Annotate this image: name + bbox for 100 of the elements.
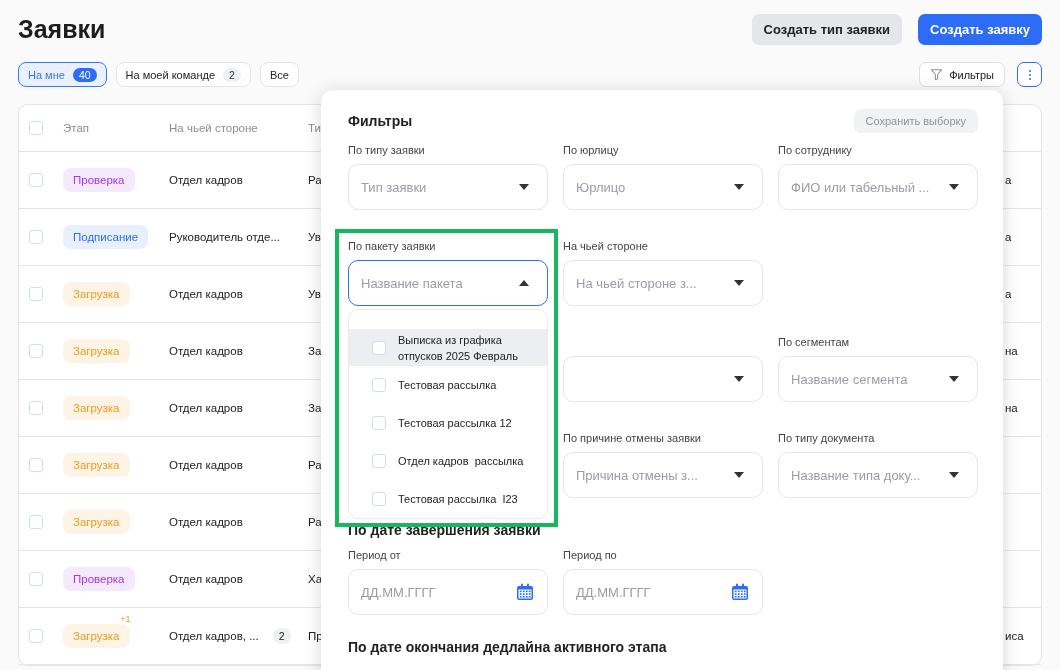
filter-tab[interactable]: На мне 40: [18, 62, 107, 87]
field-label: По сегментам: [778, 335, 851, 349]
checkbox[interactable]: [29, 458, 43, 472]
table-cell: Отдел кадров: [169, 288, 243, 300]
dropdown-option[interactable]: Выписка из графика отпусков 2025 Февраль: [349, 329, 547, 366]
caret-down-icon: [519, 184, 529, 190]
stage-badge: Загрузка: [63, 453, 130, 477]
filters-button[interactable]: Фильтры: [919, 62, 1005, 87]
table-cell: Отдел кадров: [169, 174, 243, 186]
filter-tab[interactable]: Все: [259, 62, 299, 87]
table-cell: За: [308, 402, 322, 414]
field-label: По пакету заявки: [348, 239, 437, 253]
table-cell: Ув: [308, 288, 321, 300]
field-label: По сотруднику: [778, 143, 853, 157]
save-selection-button[interactable]: Сохранить выборку: [853, 109, 978, 133]
select-field[interactable]: На чьей стороне з...: [563, 260, 763, 306]
filter-icon: [930, 68, 944, 81]
checkbox[interactable]: [29, 173, 43, 187]
date-field[interactable]: ДД.ММ.ГГГГ: [563, 569, 763, 615]
checkbox[interactable]: [29, 572, 43, 586]
page-title: Заявки: [18, 15, 106, 44]
table-cell: За: [308, 345, 322, 357]
table-cell: Ра: [308, 459, 322, 471]
table-cell: Отдел кадров: [169, 516, 243, 528]
more-button[interactable]: [1017, 62, 1042, 87]
caret-down-icon: [949, 472, 959, 478]
table-cell: иса: [1005, 630, 1024, 642]
create-type-button[interactable]: Создать тип заявки: [751, 14, 903, 45]
dropdown-option[interactable]: Отдел кадров рассылка: [349, 442, 547, 480]
select-field[interactable]: Причина отмены з...: [563, 452, 763, 498]
table-cell: Ра: [308, 174, 322, 186]
field-label: На чьей стороне: [563, 239, 649, 253]
select-field[interactable]: Название сегмента: [778, 356, 978, 402]
stage-badge: Загрузка: [63, 339, 130, 363]
count-badge: 2: [223, 67, 241, 82]
field-label: По причине отмены заявки: [563, 431, 702, 445]
table-cell: Отдел кадров: [169, 459, 243, 471]
caret-down-icon: [949, 376, 959, 382]
select-field[interactable]: [563, 356, 763, 402]
checkbox[interactable]: [372, 378, 386, 392]
filter-tab[interactable]: На моей команде 2: [115, 62, 251, 87]
stage-badge: Проверка: [63, 168, 135, 192]
count-badge: 40: [72, 67, 97, 82]
checkbox[interactable]: [372, 340, 386, 355]
table-cell: на: [1005, 402, 1018, 414]
select-field[interactable]: Тип заявки: [348, 164, 548, 210]
panel-title: Фильтры: [348, 113, 413, 129]
caret-up-icon: [519, 280, 529, 286]
date-field[interactable]: ДД.ММ.ГГГГ: [348, 569, 548, 615]
calendar-icon[interactable]: [730, 582, 750, 602]
calendar-icon[interactable]: [515, 582, 535, 602]
caret-down-icon: [734, 184, 744, 190]
dropdown-option[interactable]: Тестовая рассылка 12: [349, 404, 547, 442]
section-title: По дате окончания дедлайна активного этапа: [348, 639, 668, 655]
table-cell: а: [1005, 174, 1012, 186]
column-header: Этап: [63, 122, 90, 134]
table-cell: Ра: [308, 516, 322, 528]
stage-badge: Загрузка: [63, 282, 130, 306]
dropdown-option[interactable]: Тестовая рассылка: [349, 366, 547, 404]
table-cell: Отдел кадров: [169, 345, 243, 357]
select-field[interactable]: Название пакета: [348, 260, 548, 306]
stage-badge: Проверка: [63, 567, 135, 591]
field-label: По юрлицу: [563, 143, 620, 157]
kebab-icon: [1027, 68, 1032, 81]
stage-badge: Подписание: [63, 225, 149, 249]
caret-down-icon: [734, 280, 744, 286]
extra-count: +1: [117, 614, 134, 624]
caret-down-icon: [734, 376, 744, 382]
table-cell: а: [1005, 231, 1012, 243]
field-label: Период по: [563, 548, 618, 562]
checkbox[interactable]: [29, 121, 43, 135]
checkbox[interactable]: [29, 287, 43, 301]
field-label: Период от: [348, 548, 402, 562]
table-cell: на: [1005, 345, 1018, 357]
stage-badge: Загрузка: [63, 624, 130, 648]
checkbox[interactable]: [372, 454, 386, 468]
checkbox[interactable]: [29, 515, 43, 529]
checkbox[interactable]: [29, 629, 43, 643]
create-button[interactable]: Создать заявку: [918, 14, 1042, 45]
caret-down-icon: [949, 184, 959, 190]
checkbox[interactable]: [29, 344, 43, 358]
table-cell: Отдел кадров, ...: [169, 630, 259, 642]
dropdown-option[interactable]: Тестовая рассылка I23: [349, 480, 547, 518]
select-field[interactable]: Название типа доку...: [778, 452, 978, 498]
table-cell: а: [1005, 288, 1012, 300]
table-cell: Ха: [308, 573, 323, 585]
select-field[interactable]: Юрлицо: [563, 164, 763, 210]
column-header: На чьей стороне: [169, 122, 258, 134]
caret-down-icon: [734, 472, 744, 478]
checkbox[interactable]: [29, 401, 43, 415]
stage-badge: Загрузка: [63, 510, 130, 534]
field-label: По типу заявки: [348, 143, 426, 157]
checkbox[interactable]: [372, 416, 386, 430]
field-label: По типу документа: [778, 431, 876, 445]
stage-badge: Загрузка: [63, 396, 130, 420]
count-badge: 2: [272, 628, 291, 644]
column-header: Ти: [308, 122, 321, 134]
select-field[interactable]: ФИО или табельный ...: [778, 164, 978, 210]
checkbox[interactable]: [372, 492, 386, 506]
checkbox[interactable]: [29, 230, 43, 244]
